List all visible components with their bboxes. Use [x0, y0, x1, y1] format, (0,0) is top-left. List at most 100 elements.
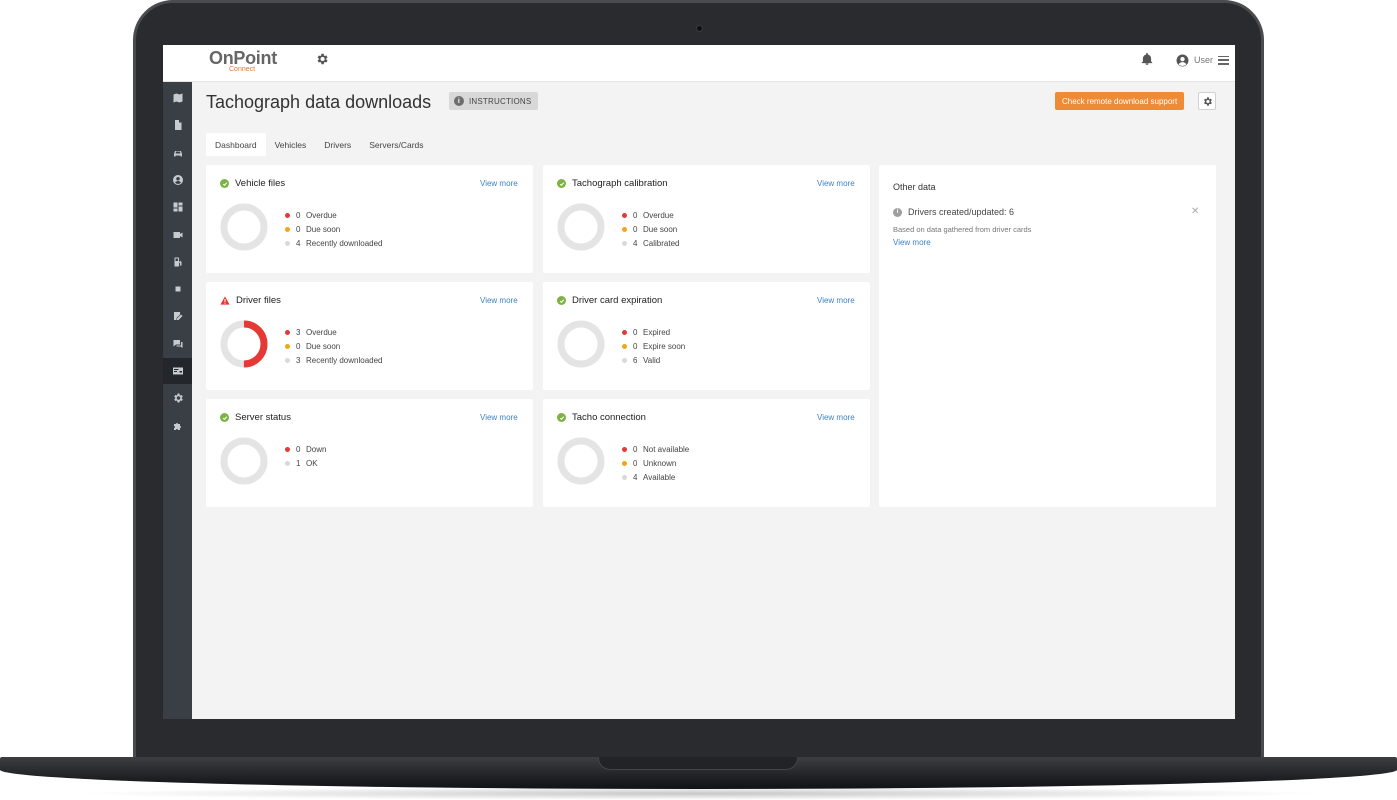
donut-track — [220, 437, 268, 485]
chart-legend: 0 Expired 0 Expire soon 6 Valid — [622, 325, 685, 367]
page-settings-button[interactable] — [1198, 92, 1216, 110]
donut-chart — [557, 320, 605, 368]
legend-dot — [622, 212, 627, 218]
legend-dot — [285, 329, 290, 335]
view-more-link[interactable]: View more — [817, 179, 855, 188]
card-title: Tacho connection — [557, 412, 646, 423]
driver-files-card: Driver files View more 3 Overdue 0 Due soon 3 R… — [206, 282, 533, 390]
legend-item: 1 OK — [285, 456, 326, 470]
vehicle-files-card: Vehicle files View more 0 Overdue 0 Due soon 4… — [206, 165, 533, 273]
laptop-shadow — [70, 787, 1327, 800]
legend-item: 0 Expire soon — [622, 339, 685, 353]
donut-chart — [220, 437, 268, 485]
sidebar-item-document[interactable] — [163, 112, 192, 138]
legend-item: 6 Valid — [622, 353, 685, 367]
legend-item: 0 Overdue — [285, 208, 383, 222]
legend-value: 0 — [633, 224, 638, 234]
donut-track — [557, 437, 605, 485]
menu-icon[interactable] — [1218, 55, 1230, 65]
legend-item: 0 Due soon — [622, 222, 679, 236]
card-title-text: Driver card expiration — [572, 295, 663, 306]
legend-item: 0 Due soon — [285, 222, 383, 236]
check-remote-download-button[interactable]: Check remote download support — [1055, 92, 1185, 110]
user-menu[interactable]: User — [1176, 52, 1230, 68]
info-icon: i — [454, 96, 464, 106]
fuel-icon — [174, 257, 181, 267]
page-title: Tachograph data downloads — [206, 92, 432, 112]
check-circle-icon — [557, 179, 566, 188]
legend-dot — [285, 212, 290, 218]
card-title: Driver card expiration — [557, 295, 662, 306]
sidebar-item-chat[interactable] — [163, 331, 192, 357]
tachograph-icon — [172, 367, 183, 375]
legend-label: Due soon — [643, 224, 678, 234]
sidebar-item-chip[interactable] — [163, 276, 192, 302]
chart-legend: 3 Overdue 0 Due soon 3 Recently downloaded — [285, 325, 383, 367]
person-icon — [172, 174, 183, 185]
sidebar — [163, 82, 192, 719]
instructions-label: INSTRUCTIONS — [469, 96, 532, 106]
gear-icon[interactable] — [315, 52, 329, 66]
sidebar-item-tachograph[interactable] — [163, 358, 192, 384]
legend-label: Overdue — [306, 327, 337, 337]
onpoint-logo[interactable]: OnPoint Connect — [209, 49, 279, 77]
laptop-notch — [598, 757, 798, 770]
bell-icon[interactable] — [1140, 52, 1154, 66]
document-icon — [174, 120, 181, 131]
sidebar-item-map[interactable] — [163, 85, 192, 111]
sidebar-item-fuel[interactable] — [163, 249, 192, 275]
view-more-link[interactable]: View more — [817, 413, 855, 422]
sidebar-item-person[interactable] — [163, 167, 192, 193]
legend-value: 6 — [633, 355, 638, 365]
legend-item: 0 Due soon — [285, 339, 383, 353]
other-data-card: Other data i Drivers created/updated: 6 … — [879, 165, 1216, 507]
legend-label: Due soon — [306, 224, 341, 234]
sidebar-item-video[interactable] — [163, 222, 192, 248]
close-icon[interactable]: ✕ — [1191, 206, 1199, 217]
legend-item: 4 Calibrated — [622, 236, 679, 250]
sidebar-item-puzzle[interactable] — [163, 413, 192, 439]
sidebar-item-gear[interactable] — [163, 385, 192, 411]
edit-icon — [173, 312, 182, 321]
other-data-item: i Drivers created/updated: 6 — [893, 207, 1014, 217]
card-title-text: Vehicle files — [235, 178, 286, 189]
user-label: User — [1194, 55, 1214, 65]
view-more-link[interactable]: View more — [480, 296, 518, 305]
logo-text: OnPoint — [209, 48, 277, 68]
logo-subtext: Connect — [229, 66, 256, 73]
tab-dashboard[interactable]: Dashboard — [206, 133, 266, 156]
driver-card-expiration-card: Driver card expiration View more 0 Expired 0… — [543, 282, 870, 390]
view-more-link[interactable]: View more — [817, 296, 855, 305]
other-data-title: Other data — [893, 182, 936, 192]
other-data-view-more-link[interactable]: View more — [893, 238, 931, 247]
card-title: Tachograph calibration — [557, 178, 668, 189]
tab-drivers[interactable]: Drivers — [315, 133, 360, 156]
chip-icon — [172, 284, 183, 295]
view-more-link[interactable]: View more — [480, 179, 518, 188]
legend-label: Recently downloaded — [306, 355, 383, 365]
chat-icon — [173, 339, 182, 348]
tab-servers-cards[interactable]: Servers/Cards — [360, 133, 432, 156]
legend-value: 4 — [633, 238, 638, 248]
sidebar-item-dashboard[interactable] — [163, 194, 192, 220]
view-more-link[interactable]: View more — [480, 413, 518, 422]
legend-item: 0 Down — [285, 442, 326, 456]
legend-item: 0 Not available — [622, 442, 689, 456]
legend-item: 4 Recently downloaded — [285, 236, 383, 250]
tab-vehicles[interactable]: Vehicles — [266, 133, 316, 156]
legend-label: Overdue — [306, 210, 337, 220]
sidebar-item-edit[interactable] — [163, 303, 192, 329]
legend-value: 0 — [633, 327, 638, 337]
puzzle-icon — [173, 422, 181, 430]
card-title: Server status — [220, 412, 291, 423]
legend-dot — [285, 240, 290, 246]
sidebar-item-car[interactable] — [163, 140, 192, 166]
instructions-button[interactable]: i INSTRUCTIONS — [449, 92, 539, 110]
legend-label: Not available — [643, 444, 690, 454]
legend-value: 4 — [296, 238, 301, 248]
legend-dot — [622, 226, 627, 232]
legend-dot — [622, 446, 627, 452]
chart-legend: 0 Overdue 0 Due soon 4 Calibrated — [622, 208, 679, 250]
legend-dot — [285, 226, 290, 232]
tachograph-calibration-card: Tachograph calibration View more 0 Overdue 0… — [543, 165, 870, 273]
